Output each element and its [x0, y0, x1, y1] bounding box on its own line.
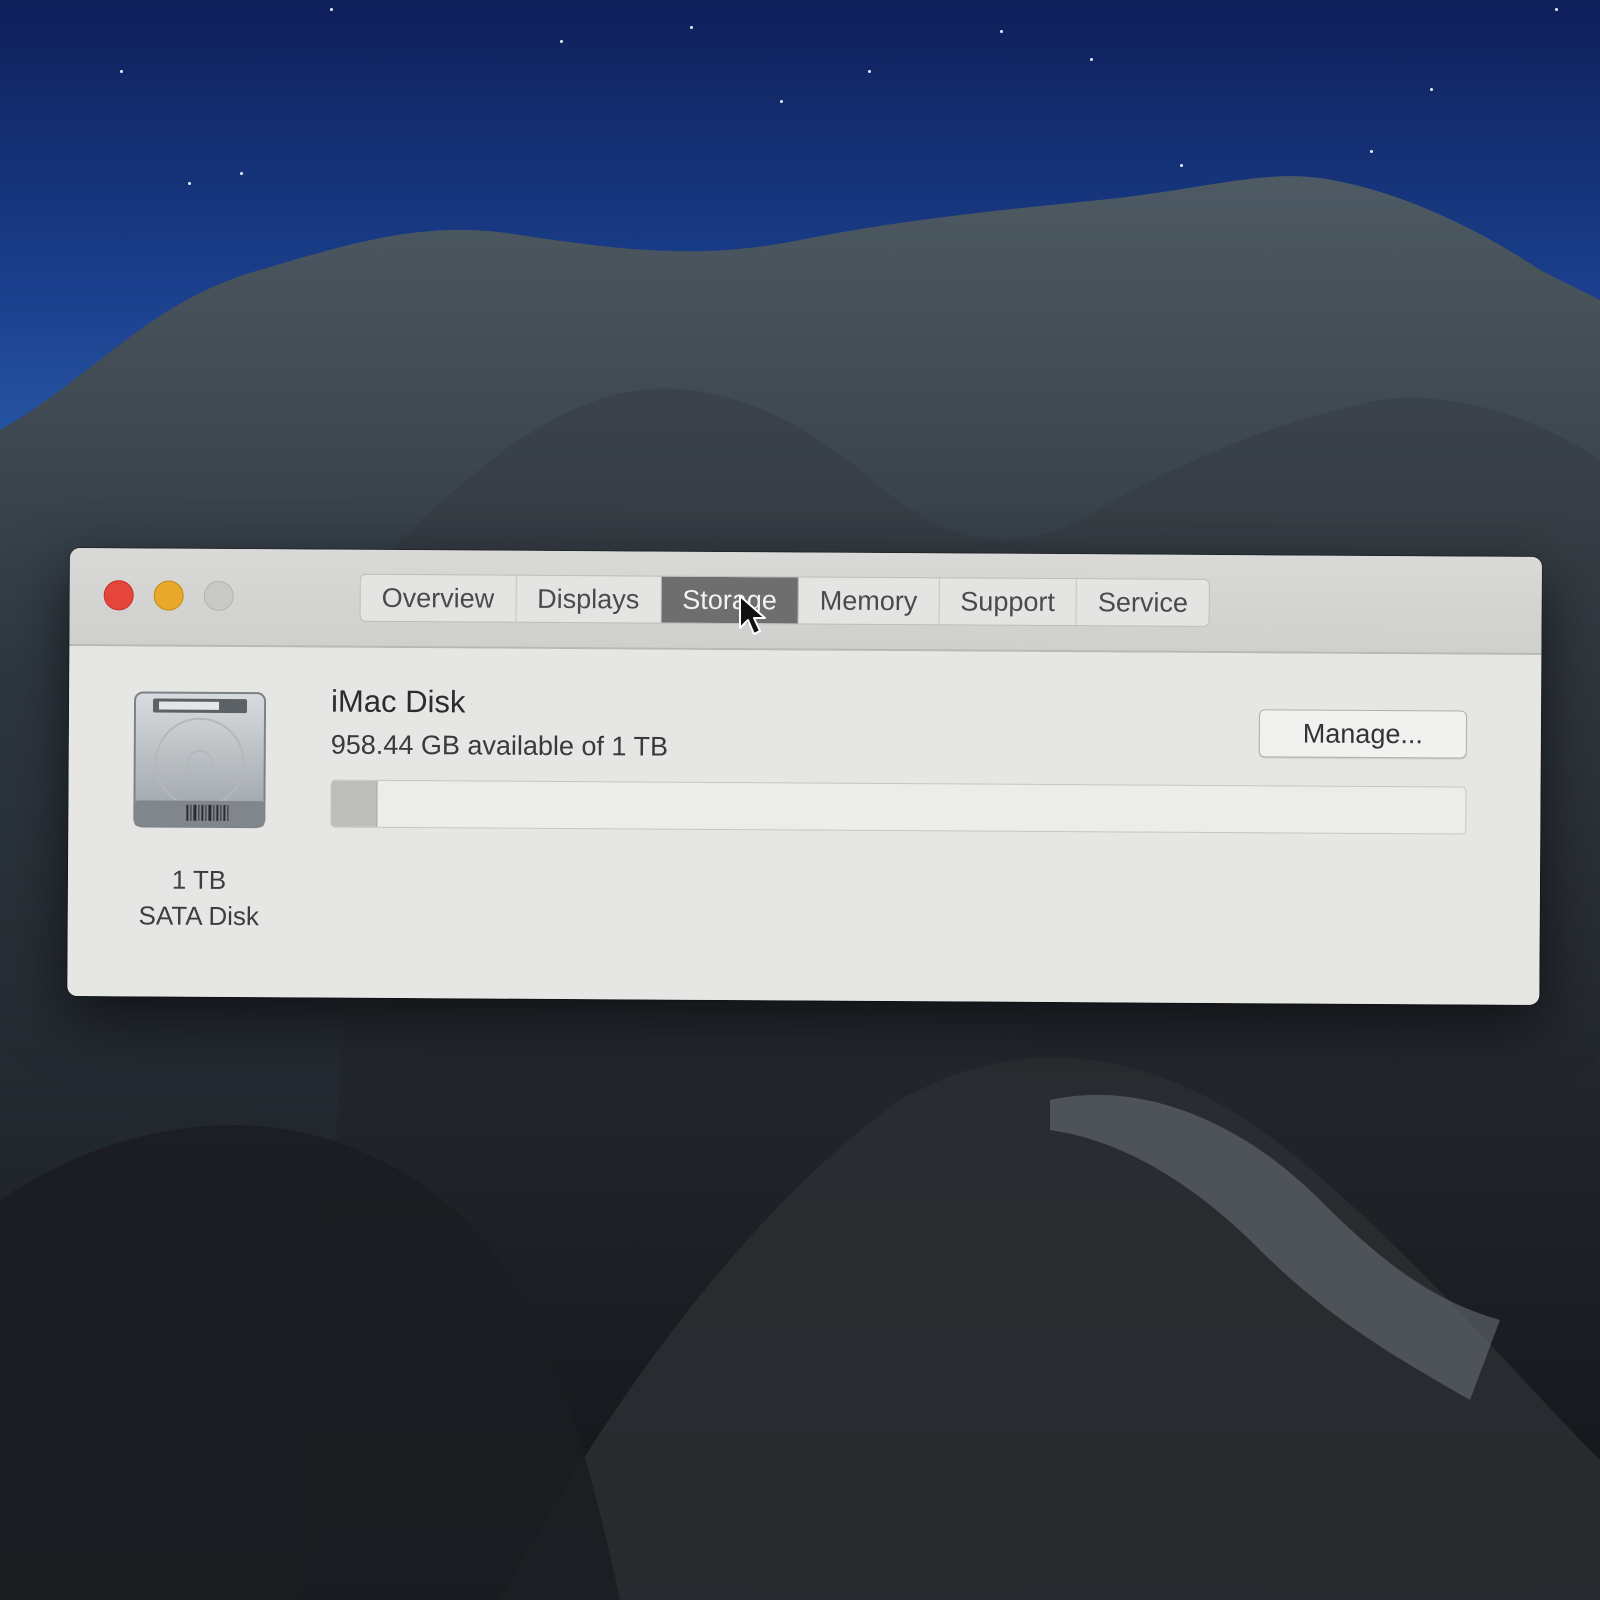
- star: [690, 26, 693, 29]
- star: [1555, 8, 1558, 11]
- star: [120, 70, 123, 73]
- tab-overview[interactable]: Overview: [360, 574, 517, 622]
- star: [1370, 150, 1373, 153]
- storage-used-segment: [331, 780, 378, 827]
- tab-storage[interactable]: Storage: [661, 576, 799, 624]
- star: [868, 70, 871, 73]
- star: [780, 100, 783, 103]
- star: [330, 8, 333, 11]
- about-this-mac-window: Overview Displays Storage Memory Support…: [67, 548, 1542, 1005]
- disk-type-label: SATA Disk: [138, 900, 260, 932]
- manage-button[interactable]: Manage...: [1258, 709, 1468, 759]
- disk-availability-text: 958.44 GB available of 1 TB: [330, 729, 669, 762]
- tab-displays[interactable]: Displays: [516, 575, 662, 623]
- star: [188, 182, 191, 185]
- tab-support[interactable]: Support: [939, 578, 1078, 626]
- star: [560, 40, 563, 43]
- tab-service[interactable]: Service: [1077, 579, 1209, 626]
- star: [1090, 58, 1093, 61]
- star: [1180, 164, 1183, 167]
- disk-size-label: 1 TB: [171, 864, 227, 895]
- hard-disk-icon: [133, 691, 267, 829]
- tab-memory[interactable]: Memory: [798, 577, 940, 625]
- tab-bar: Overview Displays Storage Memory Support…: [359, 573, 1211, 627]
- star: [240, 172, 243, 175]
- star: [1000, 30, 1003, 33]
- storage-panel: 1 TB SATA Disk iMac Disk 958.44 GB avail…: [67, 645, 1542, 1005]
- window-titlebar: Overview Displays Storage Memory Support…: [69, 548, 1542, 655]
- minimize-icon[interactable]: [153, 580, 184, 611]
- star: [1430, 88, 1433, 91]
- zoom-icon[interactable]: [203, 580, 234, 612]
- close-icon[interactable]: [103, 580, 134, 611]
- disk-name: iMac Disk: [330, 683, 466, 720]
- storage-usage-bar: [330, 779, 1467, 835]
- mouse-pointer-icon: [739, 595, 766, 635]
